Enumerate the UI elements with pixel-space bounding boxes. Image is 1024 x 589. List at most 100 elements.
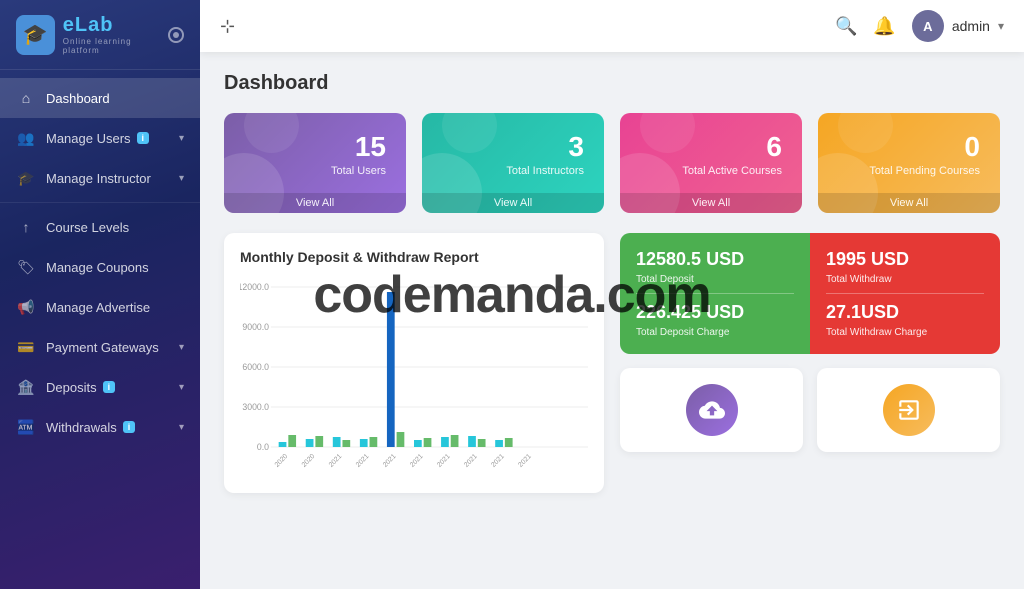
svg-text:12000.0: 12000.0 [240,282,269,292]
deposit-charge-label: Total Deposit Charge [636,327,794,338]
user-menu[interactable]: A admin ▾ [912,10,1004,42]
logout-icon [896,397,922,423]
chevron-down-icon: ▾ [179,133,184,144]
withdrawals-icon: 🏧 [16,417,36,437]
sidebar-pin[interactable] [168,27,184,43]
content-area: Dashboard 15 Total Users View All 3 Tota… [200,52,1024,589]
sidebar-item-label: Deposits [46,380,97,395]
topbar-actions: 🔍 🔔 A admin ▾ [835,10,1004,42]
sidebar-item-manage-users[interactable]: 👥 Manage Users i ▾ [0,118,200,158]
svg-text:2021: 2021 [463,453,479,469]
view-all-button[interactable]: View All [620,193,802,213]
chart-card: Monthly Deposit & Withdraw Report 12000.… [224,233,604,493]
stat-card-total-instructors: 3 Total Instructors View All [422,113,604,213]
total-deposit-amount: 12580.5 USD [636,249,794,270]
search-icon[interactable]: 🔍 [835,16,857,37]
total-withdraw-amount: 1995 USD [826,249,984,270]
manage-advertise-icon: 📢 [16,297,36,317]
svg-text:2020: 2020 [301,453,317,469]
sidebar-item-manage-advertise[interactable]: 📢 Manage Advertise [0,287,200,327]
users-badge: i [137,132,150,144]
sidebar-item-label: Course Levels [46,220,129,235]
stat-label: Total Pending Courses [838,165,980,177]
logo-text: eLab [63,14,169,37]
svg-text:2021: 2021 [409,453,425,469]
chevron-down-icon: ▾ [179,382,184,393]
stat-card-pending-courses: 0 Total Pending Courses View All [818,113,1000,213]
course-levels-icon: ↑ [16,217,36,237]
sidebar: 🎓 eLab Online learning platform ⌂ Dashbo… [0,0,200,589]
view-all-button[interactable]: View All [422,193,604,213]
deposit-charge-amount: 226.425 USD [636,302,794,323]
cloud-upload-icon [699,397,725,423]
logo-sub: Online learning platform [63,37,169,55]
sidebar-item-manage-coupons[interactable]: 🏷 Manage Coupons [0,247,200,287]
finance-grid: 12580.5 USD Total Deposit 226.425 USD To… [620,233,1000,354]
stat-label: Total Users [244,165,386,177]
user-chevron-icon: ▾ [998,19,1004,33]
sidebar-nav: ⌂ Dashboard 👥 Manage Users i ▾ 🎓 Manage … [0,70,200,589]
sidebar-item-label: Manage Users [46,131,131,146]
stat-card-active-courses: 6 Total Active Courses View All [620,113,802,213]
chart-area: 12000.0 9000.0 6000.0 3000.0 0.0 [240,277,588,477]
chevron-down-icon: ▾ [179,342,184,353]
total-deposit-label: Total Deposit [636,274,794,285]
stats-row: 15 Total Users View All 3 Total Instruct… [224,113,1000,213]
svg-text:2021: 2021 [517,453,533,469]
upload-icon-card[interactable] [620,368,803,452]
svg-text:0.0: 0.0 [257,442,269,452]
total-withdraw-label: Total Withdraw [826,274,984,285]
view-all-button[interactable]: View All [818,193,1000,213]
finance-card-total-deposit: 12580.5 USD Total Deposit 226.425 USD To… [620,233,810,354]
svg-text:9000.0: 9000.0 [242,322,269,332]
bar-chart: 12000.0 9000.0 6000.0 3000.0 0.0 [240,277,588,477]
topbar: ⊹ 🔍 🔔 A admin ▾ [200,0,1024,52]
deposits-icon: 🏦 [16,377,36,397]
sidebar-item-label: Manage Advertise [46,300,150,315]
svg-text:2021: 2021 [355,453,371,469]
sidebar-item-manage-instructor[interactable]: 🎓 Manage Instructor ▾ [0,158,200,198]
svg-text:6000.0: 6000.0 [242,362,269,372]
finance-divider [636,293,794,294]
manage-instructor-icon: 🎓 [16,168,36,188]
bottom-row: Monthly Deposit & Withdraw Report 12000.… [224,233,1000,493]
svg-text:2020: 2020 [274,453,290,469]
deposits-badge: i [103,381,116,393]
payment-gateways-icon: 💳 [16,337,36,357]
sidebar-item-withdrawals[interactable]: 🏧 Withdrawals i ▾ [0,407,200,447]
withdraw-charge-label: Total Withdraw Charge [826,327,984,338]
withdrawals-badge: i [123,421,136,433]
pin-dot [173,32,179,38]
stat-label: Total Active Courses [640,165,782,177]
upload-icon-circle [686,384,738,436]
logo-icon: 🎓 [16,15,55,55]
page-title: Dashboard [224,72,1000,95]
sidebar-item-label: Manage Coupons [46,260,149,275]
expand-icon[interactable]: ⊹ [220,16,235,37]
icon-cards-row [620,368,1000,452]
svg-text:2021: 2021 [328,453,344,469]
bell-icon[interactable]: 🔔 [873,16,895,37]
logo-area: 🎓 eLab Online learning platform [0,0,200,70]
withdraw-charge-amount: 27.1USD [826,302,984,323]
username: admin [952,18,990,34]
svg-text:2021: 2021 [382,453,398,469]
sidebar-item-label: Dashboard [46,91,110,106]
finance-card-total-withdraw: 1995 USD Total Withdraw 27.1USD Total Wi… [810,233,1000,354]
sidebar-item-label: Manage Instructor [46,171,151,186]
exit-icon-card[interactable] [817,368,1000,452]
logo-text-block: eLab Online learning platform [63,14,169,55]
view-all-button[interactable]: View All [224,193,406,213]
dashboard-icon: ⌂ [16,88,36,108]
stat-card-total-users: 15 Total Users View All [224,113,406,213]
svg-text:3000.0: 3000.0 [242,402,269,412]
chevron-down-icon: ▾ [179,422,184,433]
sidebar-item-label: Payment Gateways [46,340,159,355]
sidebar-item-payment-gateways[interactable]: 💳 Payment Gateways ▾ [0,327,200,367]
sidebar-item-dashboard[interactable]: ⌂ Dashboard [0,78,200,118]
sidebar-item-course-levels[interactable]: ↑ Course Levels [0,207,200,247]
sidebar-item-deposits[interactable]: 🏦 Deposits i ▾ [0,367,200,407]
right-panels: 12580.5 USD Total Deposit 226.425 USD To… [620,233,1000,493]
nav-divider [0,202,200,203]
svg-text:2021: 2021 [436,453,452,469]
